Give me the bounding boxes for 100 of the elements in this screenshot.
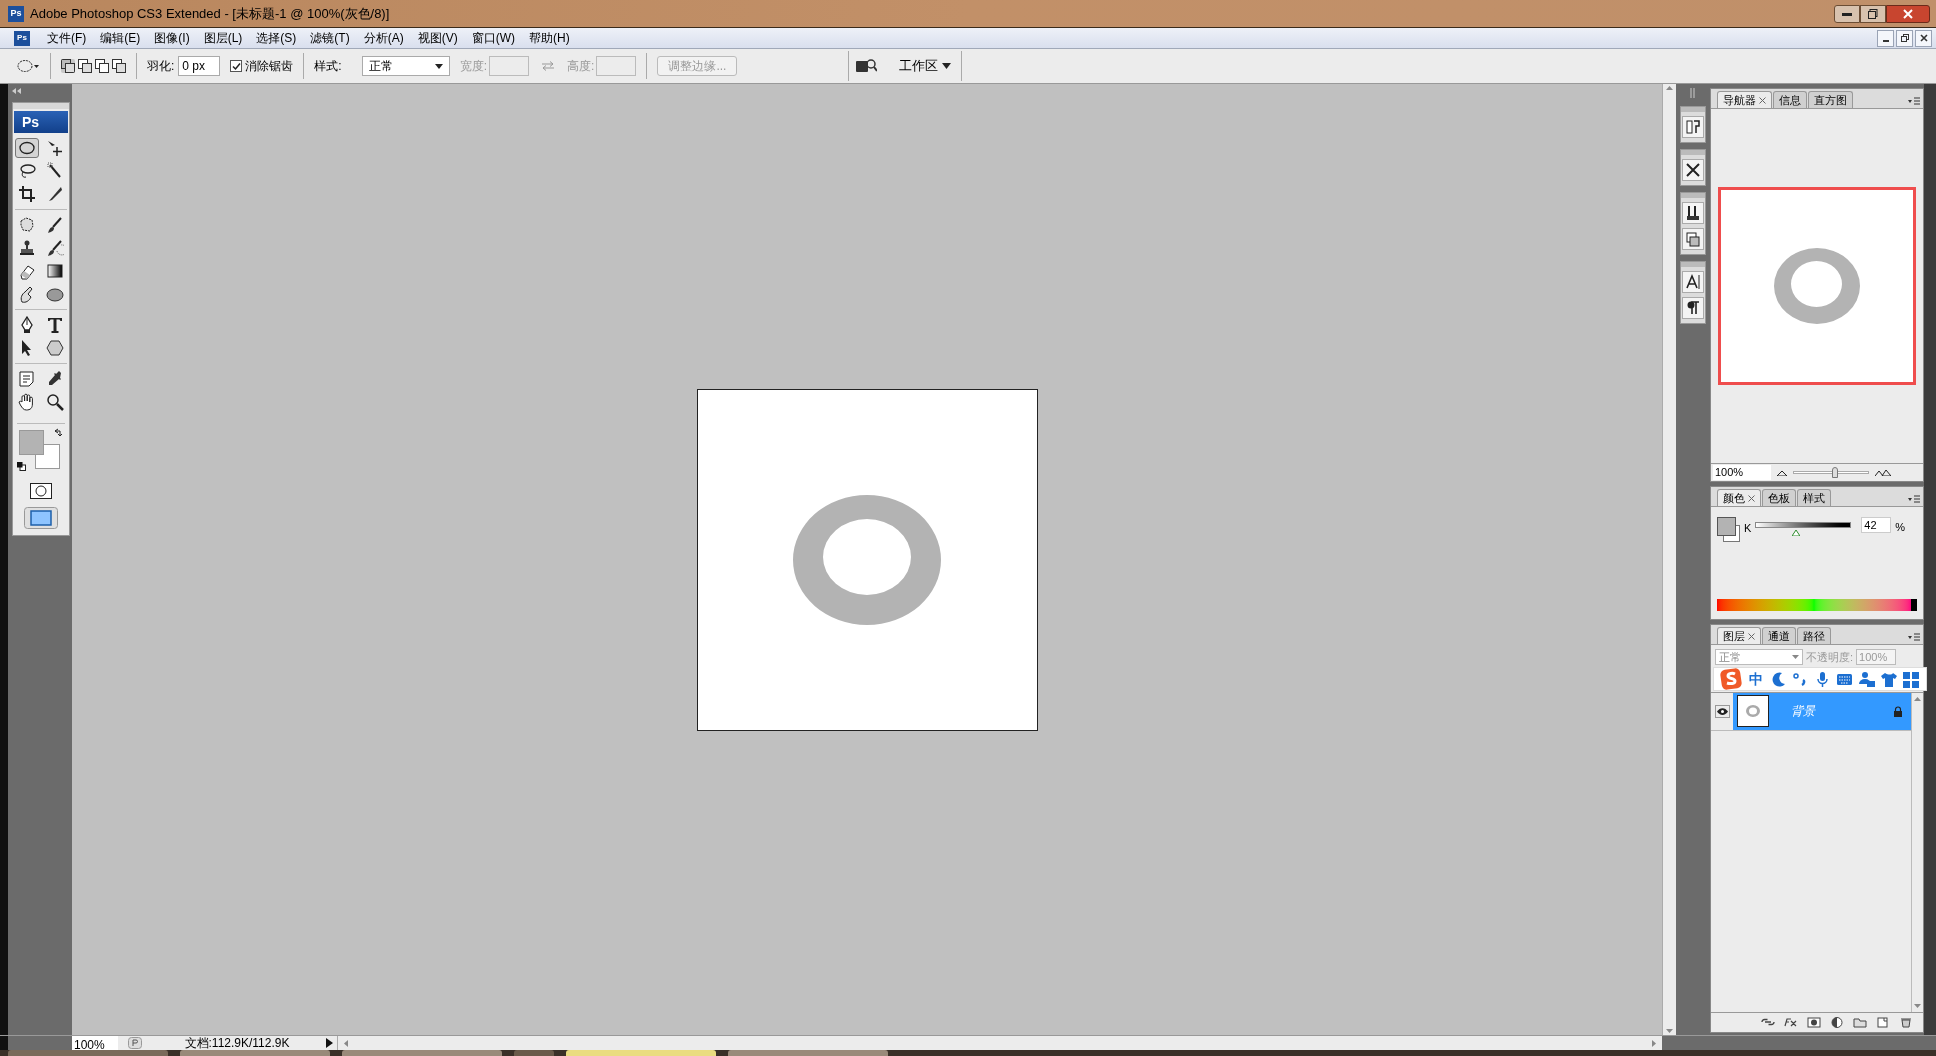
style-dropdown[interactable]: 正常 <box>361 56 450 76</box>
menu-item[interactable]: 图像(I) <box>147 29 197 47</box>
tools-palette-button[interactable] <box>1682 159 1704 181</box>
paragraph-button[interactable] <box>1682 297 1704 319</box>
ellipse-marquee-tool[interactable] <box>15 138 39 158</box>
menu-item[interactable]: 选择(S) <box>249 29 304 47</box>
channel-label: K <box>1744 521 1752 536</box>
panel-tab[interactable]: 直方图 <box>1808 91 1853 108</box>
palette-group-grip[interactable] <box>1681 107 1705 112</box>
panel-menu-icon[interactable] <box>1908 633 1920 641</box>
app-menu-icon[interactable]: Ps <box>14 30 30 46</box>
microphone-icon[interactable] <box>1814 670 1831 688</box>
k-value-field[interactable]: 42 <box>1861 517 1892 533</box>
bridge-search-icon[interactable] <box>855 58 878 74</box>
status-menu-icon[interactable] <box>128 1037 142 1049</box>
antialias-checkbox[interactable] <box>230 60 243 72</box>
intersect-selection-icon[interactable] <box>112 59 126 73</box>
panel-tab[interactable]: 导航器 <box>1717 91 1772 108</box>
swap-colors-icon[interactable] <box>54 428 63 437</box>
blend-mode-dropdown[interactable]: 正常 <box>1715 649 1803 666</box>
palette-group-grip[interactable] <box>1681 193 1705 198</box>
spectrum-end-swatch[interactable] <box>1911 599 1917 611</box>
sogou-logo-icon[interactable] <box>1720 668 1742 690</box>
default-colors-icon[interactable] <box>17 462 26 471</box>
zoom-slider-thumb[interactable] <box>1831 467 1838 478</box>
panel-menu-icon[interactable] <box>1908 495 1920 503</box>
zoom-out-icon[interactable] <box>1777 469 1787 476</box>
panel-tab[interactable]: 样式 <box>1797 489 1831 506</box>
color-swatches[interactable] <box>1717 517 1740 542</box>
zoom-in-icon[interactable] <box>1875 469 1891 476</box>
restore-button[interactable] <box>1860 4 1886 23</box>
slider-thumb-icon[interactable] <box>1791 530 1800 536</box>
palette-group-grip[interactable] <box>1681 262 1705 267</box>
close-button[interactable] <box>1886 4 1930 23</box>
menu-item[interactable]: 帮助(H) <box>522 29 577 47</box>
eye-icon <box>1716 707 1728 715</box>
layer-comps-button[interactable] <box>1682 228 1704 250</box>
menu-item[interactable]: 滤镜(T) <box>303 29 357 47</box>
character-icon <box>1684 273 1702 291</box>
screen-mode-icon[interactable] <box>24 507 58 529</box>
marquee-icon <box>18 139 36 157</box>
menu-item[interactable]: 文件(F) <box>40 29 94 47</box>
feather-field[interactable]: 0 px <box>178 56 221 76</box>
navigator-preview[interactable] <box>1718 187 1916 385</box>
window-title: Adobe Photoshop CS3 Extended - [未标题-1 @ 100%(灰色/8)] <box>30 4 390 23</box>
width-label: 宽度: <box>459 58 488 75</box>
style-value: 正常 <box>368 58 393 75</box>
zoom-field[interactable]: 100% <box>1713 465 1771 480</box>
layer-mask-icon[interactable] <box>1807 1017 1821 1028</box>
collapse-arrows-icon[interactable] <box>12 88 22 94</box>
palette-group-grip[interactable] <box>1681 150 1705 155</box>
menu-item[interactable]: 窗口(W) <box>464 29 522 47</box>
user-icon[interactable] <box>1858 670 1875 688</box>
color-swatches[interactable] <box>19 430 60 469</box>
shirt-icon[interactable] <box>1880 670 1897 688</box>
new-group-icon[interactable] <box>1853 1017 1867 1028</box>
panel-menu-icon[interactable] <box>1908 97 1920 105</box>
layers-scrollbar[interactable] <box>1911 692 1923 1012</box>
shape-icon <box>46 339 64 357</box>
trash-icon[interactable] <box>1899 1017 1913 1028</box>
minimize-button[interactable] <box>1834 4 1860 23</box>
dropdown-arrow-icon <box>942 63 952 69</box>
menu-item[interactable]: 分析(A) <box>356 29 411 47</box>
grip-icon[interactable] <box>1690 88 1696 98</box>
workspace-button[interactable]: 工作区 <box>899 56 952 76</box>
clone-palette-button[interactable] <box>1682 202 1704 224</box>
panel-tab[interactable]: 色板 <box>1762 489 1796 506</box>
moon-icon[interactable] <box>1770 670 1787 688</box>
grid-icon[interactable] <box>1902 670 1919 688</box>
restore-icon <box>1868 8 1878 19</box>
panel-tab[interactable]: 通道 <box>1762 627 1796 644</box>
menu-item[interactable]: 编辑(E) <box>93 29 148 47</box>
doc-minimize-button[interactable] <box>1877 29 1894 47</box>
character-button[interactable] <box>1682 271 1704 293</box>
toolbox-grip[interactable] <box>13 103 69 109</box>
status-arrow-icon[interactable] <box>326 1038 333 1048</box>
quick-mask-icon[interactable] <box>30 483 52 499</box>
new-layer-icon[interactable] <box>1876 1017 1890 1028</box>
zoom-icon <box>46 393 64 411</box>
history-palette-button[interactable] <box>1682 116 1704 138</box>
lasso-icon <box>18 162 36 180</box>
doc-close-button[interactable] <box>1915 29 1932 47</box>
panel-tab[interactable]: 路径 <box>1797 627 1831 644</box>
subtract-selection-icon[interactable] <box>95 59 109 73</box>
menu-item[interactable]: 图层(L) <box>196 29 250 47</box>
panel-tab[interactable]: 信息 <box>1773 91 1807 108</box>
input-mode-button[interactable]: 中 <box>1749 668 1763 690</box>
menu-item[interactable]: 视图(V) <box>410 29 465 47</box>
layer-comps-icon <box>1684 230 1702 248</box>
link-layers-icon[interactable] <box>1761 1017 1775 1028</box>
adjustment-layer-icon[interactable] <box>1830 1017 1844 1028</box>
visibility-toggle[interactable] <box>1714 704 1730 718</box>
color-spectrum[interactable] <box>1717 599 1911 611</box>
layer-style-icon[interactable] <box>1784 1017 1798 1028</box>
vertical-scrollbar[interactable] <box>1662 84 1676 1035</box>
panel-tab[interactable]: 颜色 <box>1717 489 1761 506</box>
doc-restore-button[interactable] <box>1896 29 1913 47</box>
add-selection-icon[interactable] <box>78 59 92 73</box>
panel-tab[interactable]: 图层 <box>1717 627 1761 644</box>
new-selection-icon[interactable] <box>61 59 75 73</box>
